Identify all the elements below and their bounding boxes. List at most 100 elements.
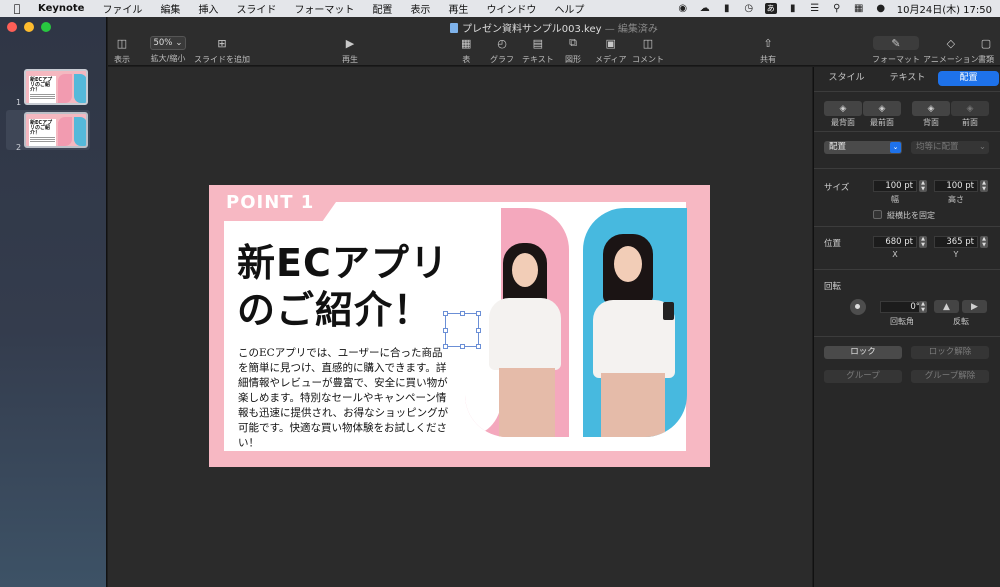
apple-menu-icon[interactable]:  (0, 2, 34, 15)
unlock-button[interactable]: ロック解除 (911, 346, 989, 359)
time-machine-icon[interactable]: ◷ (743, 3, 755, 14)
close-window-button[interactable] (7, 22, 17, 32)
tab-text[interactable]: テキスト (877, 71, 938, 86)
play-button[interactable]: ▶ 再生 (342, 36, 358, 65)
slide-thumbnail-1[interactable]: 1 新ECアプリのご紹介！ (6, 69, 90, 107)
chart-label: グラフ (490, 55, 514, 64)
x-position-field[interactable]: 680 pt (873, 236, 917, 248)
spotlight-icon[interactable]: ⚲ (831, 3, 843, 14)
resize-handle[interactable] (460, 311, 465, 316)
resize-handle[interactable] (476, 311, 481, 316)
battery-icon[interactable]: ▮ (787, 3, 799, 14)
document-button[interactable]: ▢ 書類 (978, 36, 994, 65)
record-icon[interactable]: ◉ (677, 3, 689, 14)
distribute-select[interactable]: 均等に配置 ⌄ (911, 141, 989, 154)
format-label: フォーマット (872, 55, 920, 64)
y-position-field[interactable]: 365 pt (934, 236, 978, 248)
animate-button[interactable]: ◇ アニメーション (923, 36, 979, 65)
width-field[interactable]: 100 pt (873, 180, 917, 192)
flip-vertical-button[interactable]: ▲ (934, 300, 959, 313)
menu-edit[interactable]: 編集 (151, 1, 189, 16)
document-name[interactable]: プレゼン資料サンプル003.key (462, 24, 601, 35)
tab-style[interactable]: スタイル (816, 71, 877, 86)
animate-label: アニメーション (923, 55, 979, 64)
menu-arrange[interactable]: 配置 (363, 1, 401, 16)
send-backward-button[interactable]: ◈ (912, 101, 950, 116)
comment-label: コメント (632, 55, 664, 64)
send-to-back-label: 最背面 (831, 118, 855, 127)
text-button[interactable]: ▤ テキスト (522, 36, 554, 65)
wifi-icon[interactable]: ☰ (809, 3, 821, 14)
bring-forward-button[interactable]: ◈ (951, 101, 989, 116)
rotate-dial[interactable] (850, 299, 866, 315)
chevron-down-icon: ⌄ (175, 38, 183, 48)
lock-button[interactable]: ロック (824, 346, 902, 359)
siri-icon[interactable]: ● (875, 3, 887, 14)
zoom-control[interactable]: 50% ⌄ 拡大/縮小 (150, 36, 186, 64)
resize-handle[interactable] (460, 344, 465, 349)
view-label: 表示 (114, 55, 130, 64)
shape-button[interactable]: ⧉ 図形 (565, 36, 581, 65)
minimize-window-button[interactable] (24, 22, 34, 32)
angle-field[interactable]: 0° (880, 301, 924, 313)
menu-file[interactable]: ファイル (93, 1, 151, 16)
slide[interactable]: POINT 1 新ECアプリ のご紹介！ このECアプリでは、ユーザーに合った商… (209, 185, 710, 467)
height-stepper[interactable]: ▲ ▼ (980, 180, 988, 192)
input-method-icon[interactable]: あ (764, 3, 777, 14)
ungroup-button[interactable]: グループ解除 (911, 370, 989, 383)
point-label[interactable]: POINT 1 (226, 192, 314, 213)
status-area: ◉ ☁ ▮ ◷ あ ▮ ☰ ⚲ ▦ ● 10月24日(木) 17:50 (677, 1, 1000, 16)
menu-help[interactable]: ヘルプ (545, 1, 593, 16)
group-button[interactable]: グループ (824, 370, 902, 383)
align-select[interactable]: 配置 ⌄ (824, 141, 902, 154)
width-stepper[interactable]: ▲ ▼ (919, 180, 927, 192)
slide-body-text[interactable]: このECアプリでは、ユーザーに合った商品を簡単に見つけ、直感的に購入できます。詳… (238, 346, 449, 451)
table-button[interactable]: ▦ 表 (461, 36, 471, 65)
send-to-back-button[interactable]: ◈ (824, 101, 862, 116)
resize-handle[interactable] (476, 328, 481, 333)
play-label: 再生 (342, 55, 358, 64)
resize-handle[interactable] (443, 344, 448, 349)
control-center-icon[interactable]: ▦ (853, 3, 865, 14)
zoom-select[interactable]: 50% ⌄ (150, 36, 186, 50)
menu-view[interactable]: 表示 (401, 1, 439, 16)
resize-handle[interactable] (443, 311, 448, 316)
menu-slide[interactable]: スライド (227, 1, 285, 16)
photo-woman-pink[interactable] (465, 208, 569, 437)
flip-horizontal-button[interactable]: ▶ (962, 300, 987, 313)
resize-handle[interactable] (476, 344, 481, 349)
selected-shape[interactable] (443, 311, 481, 349)
app-menu[interactable]: Keynote (34, 3, 93, 14)
tab-arrange[interactable]: 配置 (938, 71, 999, 86)
format-button[interactable]: ✎ フォーマット (872, 36, 920, 65)
slide-headline[interactable]: 新ECアプリ のご紹介！ (237, 240, 449, 334)
add-slide-button[interactable]: ⊞ スライドを追加 (194, 36, 250, 65)
fullscreen-window-button[interactable] (41, 22, 51, 32)
add-slide-label: スライドを追加 (194, 55, 250, 64)
menu-insert[interactable]: 挿入 (189, 1, 227, 16)
resize-handle[interactable] (443, 328, 448, 333)
share-button[interactable]: ⇧ 共有 (760, 36, 776, 65)
height-field[interactable]: 100 pt (934, 180, 978, 192)
slide-thumbnail-2[interactable]: 2 新ECアプリのご紹介！ (6, 110, 90, 152)
bring-to-front-button[interactable]: ◈ (863, 101, 901, 116)
app-status-icon[interactable]: ▮ (721, 3, 733, 14)
clock[interactable]: 10月24日(木) 17:50 (897, 1, 992, 16)
photo-woman-blue[interactable] (583, 208, 687, 437)
slide-navigator: 1 新ECアプリのご紹介！ 2 新ECアプリのご紹介！ (0, 17, 107, 587)
slide-canvas[interactable]: POINT 1 新ECアプリ のご紹介！ このECアプリでは、ユーザーに合った商… (108, 67, 812, 587)
angle-stepper[interactable]: ▲ ▼ (919, 301, 927, 313)
constrain-proportions-checkbox[interactable] (873, 210, 882, 219)
cloud-icon[interactable]: ☁ (699, 3, 711, 14)
view-button[interactable]: ◫ 表示 (114, 36, 130, 65)
chart-button[interactable]: ◴ グラフ (490, 36, 514, 65)
keynote-document-icon (450, 23, 459, 33)
y-stepper[interactable]: ▲ ▼ (980, 236, 988, 248)
toolbar: プレゼン資料サンプル003.key — 編集済み ◫ 表示 50% ⌄ 拡大/縮小… (108, 17, 1000, 66)
media-button[interactable]: ▣ メディア (595, 36, 626, 65)
menu-play[interactable]: 再生 (439, 1, 477, 16)
comment-button[interactable]: ◫ コメント (632, 36, 664, 65)
x-stepper[interactable]: ▲ ▼ (919, 236, 927, 248)
menu-format[interactable]: フォーマット (285, 1, 363, 16)
menu-window[interactable]: ウインドウ (477, 1, 545, 16)
